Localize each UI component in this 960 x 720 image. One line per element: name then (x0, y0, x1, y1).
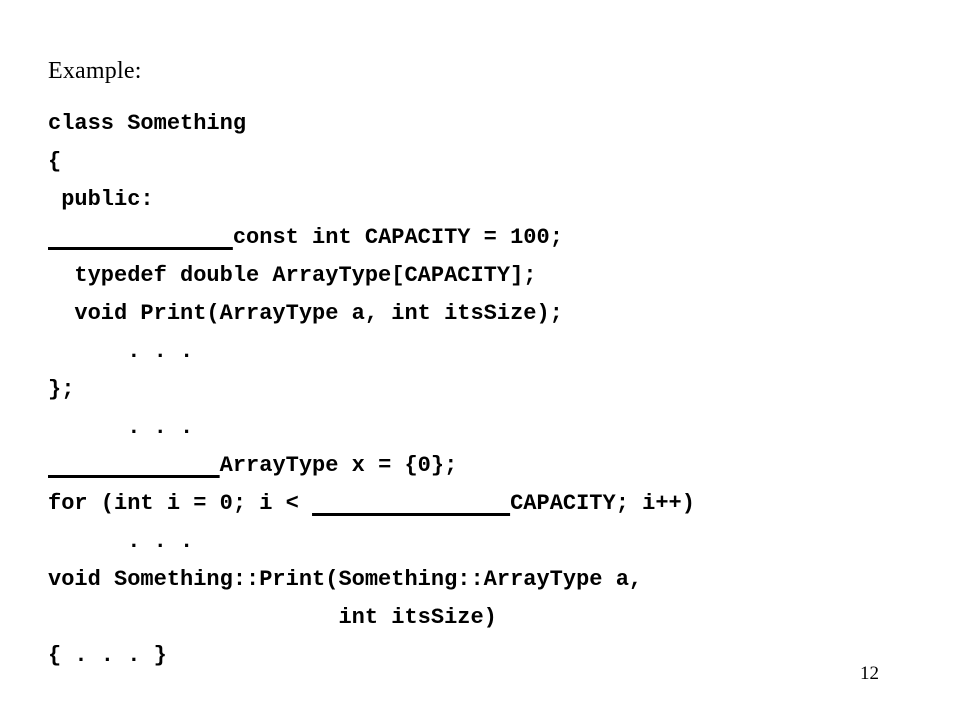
code-line: . . . (48, 333, 928, 371)
page-number: 12 (860, 663, 879, 684)
code-line: { . . . } (48, 637, 928, 675)
code-line: typedef double ArrayType[CAPACITY]; (48, 257, 928, 295)
code-text: . . . (48, 529, 194, 554)
code-text: . . . (48, 415, 194, 440)
code-line: _________ const int CAPACITY = 100; (48, 219, 928, 257)
code-text: { (48, 149, 62, 174)
code-line: _____________ArrayType x = {0}; (48, 447, 928, 485)
slide: Example: class Something { public: ______… (0, 0, 960, 720)
code-text: ArrayType x = {0}; (219, 453, 458, 478)
code-line: void Something::Print(Something::ArrayTy… (48, 561, 928, 599)
fill-in-blank: _____________ (48, 453, 220, 478)
slide-title: Example: (48, 58, 142, 84)
code-line: { (48, 143, 928, 181)
code-text: void Print(ArrayType a, int itsSize); (48, 301, 563, 326)
code-line: . . . (48, 409, 928, 447)
code-text: int itsSize) (48, 605, 497, 630)
code-text: void Something::Print(Something::ArrayTy… (48, 567, 643, 592)
code-text: { . . . } (48, 643, 167, 668)
code-line: . . . (48, 523, 928, 561)
code-text: class Something (48, 111, 247, 136)
code-block: class Something { public: _________ const… (48, 105, 928, 675)
fill-in-blank: _______________ (312, 491, 510, 516)
code-line: int itsSize) (48, 599, 928, 637)
code-line: }; (48, 371, 928, 409)
code-text: . . . (48, 339, 194, 364)
code-text: public: (48, 187, 154, 212)
code-text: CAPACITY; i++) (510, 491, 695, 516)
code-line: for (int i = 0; i < _______________CAPAC… (48, 485, 928, 523)
fill-in-blank: _________ (48, 225, 233, 250)
code-text: }; (48, 377, 75, 402)
code-text: typedef double ArrayType[CAPACITY]; (48, 263, 537, 288)
code-line: public: (48, 181, 928, 219)
code-text: for (int i = 0; i < (48, 491, 313, 516)
code-text: const int CAPACITY = 100; (232, 225, 563, 250)
code-line: void Print(ArrayType a, int itsSize); (48, 295, 928, 333)
code-line: class Something (48, 105, 928, 143)
